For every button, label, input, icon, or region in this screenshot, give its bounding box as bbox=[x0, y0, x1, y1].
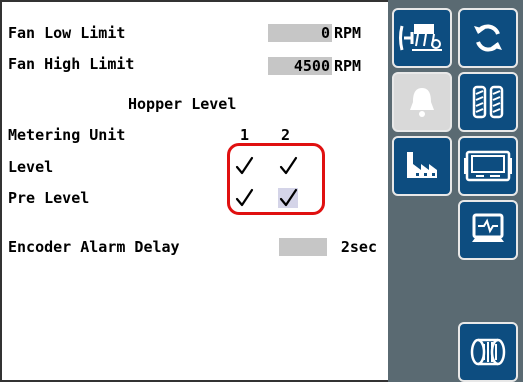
monitor-diagnostics-button[interactable] bbox=[458, 200, 518, 260]
hopper-level-heading: Hopper Level bbox=[128, 95, 237, 113]
fan-low-limit-label: Fan Low Limit bbox=[8, 24, 126, 42]
encoder-alarm-delay-label: Encoder Alarm Delay bbox=[8, 238, 180, 256]
seeder-implement-button[interactable] bbox=[392, 8, 452, 68]
display-terminal-button[interactable] bbox=[458, 136, 518, 196]
factory-icon bbox=[407, 152, 437, 178]
screen: Fan Low Limit 0 RPM Fan High Limit 4500 … bbox=[0, 0, 523, 382]
display-terminal-icon bbox=[464, 150, 512, 182]
refresh-cycle-button[interactable] bbox=[458, 8, 518, 68]
monitor-diagnostics-icon bbox=[472, 213, 504, 242]
refresh-cycle-icon bbox=[474, 24, 502, 52]
tire-tread-button[interactable] bbox=[458, 72, 518, 132]
highlight-outline bbox=[227, 143, 325, 215]
metering-roller-icon bbox=[470, 338, 506, 366]
settings-panel: Fan Low Limit 0 RPM Fan High Limit 4500 … bbox=[0, 0, 388, 382]
sidebar bbox=[388, 0, 523, 382]
level-label: Level bbox=[8, 158, 54, 176]
bell-alarm-button[interactable] bbox=[392, 72, 452, 132]
fan-low-limit-field[interactable]: 0 bbox=[268, 24, 332, 42]
fan-high-limit-field[interactable]: 4500 bbox=[268, 57, 332, 75]
factory-button[interactable] bbox=[392, 136, 452, 196]
fan-high-limit-label: Fan High Limit bbox=[8, 55, 135, 73]
seeder-implement-icon bbox=[399, 24, 442, 51]
fan-low-limit-unit: RPM bbox=[334, 24, 362, 42]
metering-unit-label: Metering Unit bbox=[8, 126, 126, 144]
metering-roller-button[interactable] bbox=[458, 322, 518, 382]
pre-level-label: Pre Level bbox=[8, 189, 90, 207]
fan-high-limit-unit: RPM bbox=[334, 57, 362, 75]
metering-unit-column-1: 1 bbox=[240, 126, 250, 144]
bell-alarm-icon bbox=[410, 88, 434, 117]
tire-tread-icon bbox=[472, 85, 504, 119]
encoder-alarm-delay-field[interactable]: 2sec bbox=[279, 238, 379, 256]
metering-unit-column-2: 2 bbox=[281, 126, 291, 144]
